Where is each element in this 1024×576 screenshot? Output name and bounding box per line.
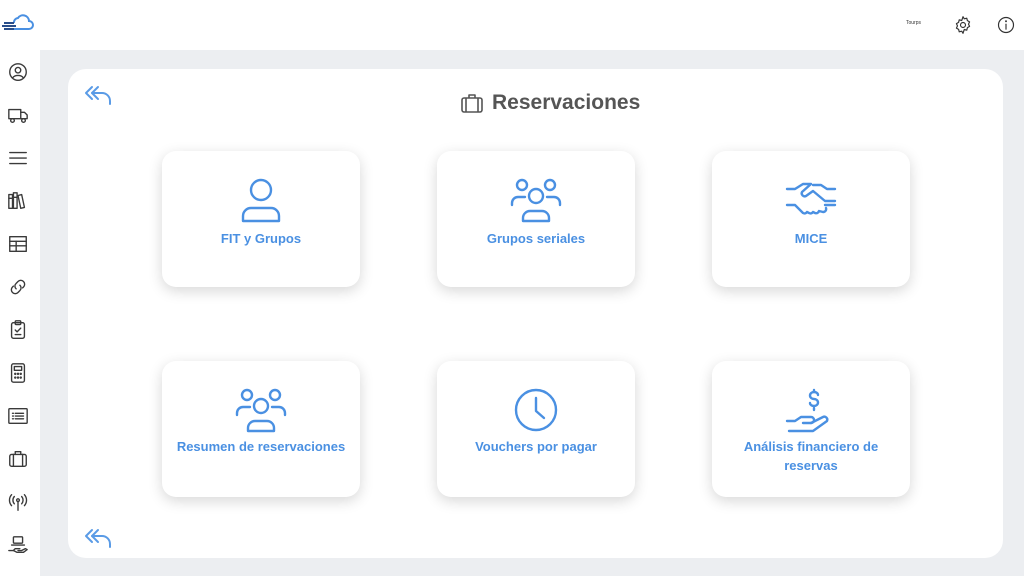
cloud-logo-icon[interactable] <box>2 12 34 34</box>
card-analisis-financiero[interactable]: Análisis financiero de reservas <box>712 361 910 497</box>
hand-dollar-icon <box>712 387 910 433</box>
double-back-arrow-icon[interactable] <box>83 527 113 551</box>
list-icon[interactable] <box>6 404 30 428</box>
user-circle-icon[interactable] <box>6 60 30 84</box>
group-users-icon <box>162 387 360 433</box>
clock-icon <box>437 387 635 433</box>
card-label: Resumen de reservaciones <box>176 439 346 454</box>
page-title: Reservaciones <box>460 89 640 117</box>
group-users-icon <box>437 177 635 223</box>
top-bar: Tourps <box>40 0 1024 50</box>
truck-icon[interactable] <box>6 103 30 127</box>
card-resumen-de-reservaciones[interactable]: Resumen de reservaciones <box>162 361 360 497</box>
antenna-icon[interactable] <box>6 490 30 514</box>
brand-label: Tourps <box>906 20 922 26</box>
menu-lines-icon[interactable] <box>6 146 30 170</box>
card-label: Grupos seriales <box>486 231 586 246</box>
double-back-arrow-icon[interactable] <box>83 84 113 108</box>
page-title-text: Reservaciones <box>492 91 641 114</box>
main-panel: Reservaciones FIT y Grupos Grupos serial… <box>68 69 1003 558</box>
info-icon[interactable] <box>996 15 1016 35</box>
hand-laptop-icon[interactable] <box>6 533 30 557</box>
card-vouchers-por-pagar[interactable]: Vouchers por pagar <box>437 361 635 497</box>
single-user-icon <box>162 177 360 223</box>
link-icon[interactable] <box>6 275 30 299</box>
sidebar <box>0 0 40 576</box>
card-label: MICE <box>794 231 828 246</box>
gear-icon[interactable] <box>953 15 973 35</box>
card-label: Vouchers por pagar <box>475 439 597 454</box>
card-mice[interactable]: MICE <box>712 151 910 287</box>
card-grupos-seriales[interactable]: Grupos seriales <box>437 151 635 287</box>
calculator-icon[interactable] <box>6 361 30 385</box>
briefcase-icon <box>461 94 483 113</box>
card-label: FIT y Grupos <box>220 231 302 246</box>
briefcase-icon[interactable] <box>6 447 30 471</box>
clipboard-icon[interactable] <box>6 318 30 342</box>
card-fit-y-grupos[interactable]: FIT y Grupos <box>162 151 360 287</box>
card-label: Análisis financiero de reservas <box>743 439 879 473</box>
table-icon[interactable] <box>6 232 30 256</box>
handshake-icon <box>712 177 910 223</box>
books-icon[interactable] <box>6 189 30 213</box>
